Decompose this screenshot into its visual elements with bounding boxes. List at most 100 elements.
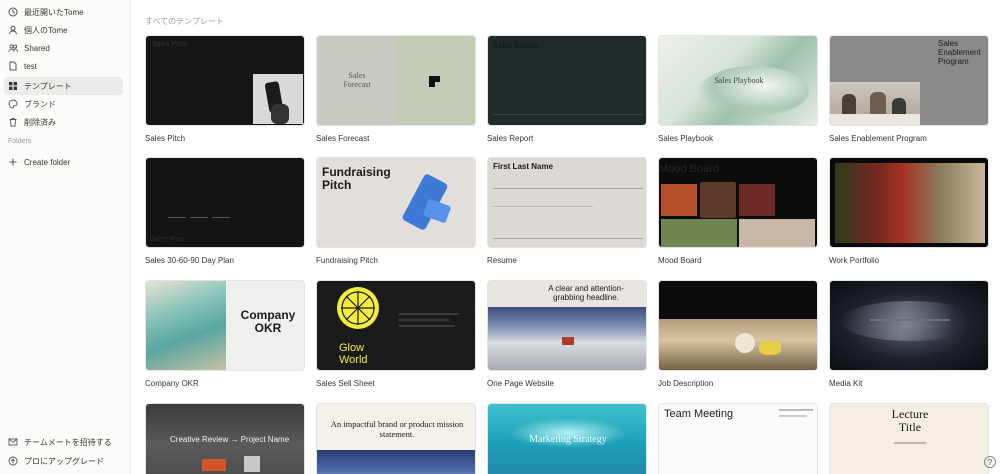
template-label: Job Description <box>658 379 714 388</box>
trash-icon <box>8 117 18 127</box>
template-label: Sales Pitch <box>145 134 186 143</box>
template-card-company-okr[interactable]: Company OKR Company OKR <box>145 280 305 388</box>
template-thumbnail: Mood Board <box>658 157 818 248</box>
template-thumbnail: Sales Pitch <box>145 35 305 126</box>
template-card-fundraising-pitch[interactable]: Fundraising Pitch Fundraising Pitch <box>316 157 476 265</box>
template-label: Sales Forecast <box>316 134 370 143</box>
template-thumbnail: Team Meeting <box>658 403 818 474</box>
sidebar-item-label: テンプレート <box>24 81 72 91</box>
thumb-image <box>488 307 646 370</box>
plus-icon <box>8 157 18 167</box>
template-card-sales-enablement[interactable]: Sales Enablement Program Sales Enablemen… <box>829 35 989 143</box>
sidebar-item-label: Shared <box>24 43 50 53</box>
template-label: Sales Sell Sheet <box>316 379 375 388</box>
thumb-title: Lecture Title <box>891 407 929 435</box>
main-content: すべてのテンプレート Sales Pitch Sales Pitch Sales… <box>131 0 1000 474</box>
thumb-title: Marketing Strategy <box>529 434 607 445</box>
template-card-one-page-website[interactable]: A clear and attention- grabbing headline… <box>487 280 647 388</box>
clock-icon <box>8 7 18 17</box>
thumb-image <box>659 319 817 370</box>
create-folder-button[interactable]: Create folder <box>4 153 123 171</box>
template-card-sales-forecast[interactable]: Sales Forecast Sales Forecast <box>316 35 476 143</box>
sidebar-item-trash[interactable]: 削除済み <box>4 113 123 131</box>
template-thumbnail: Fundraising Pitch <box>316 157 476 248</box>
sidebar-item-shared[interactable]: Shared <box>4 39 123 57</box>
template-card-media-kit[interactable]: Media Kit <box>829 280 989 388</box>
thumb-title: Team Meeting <box>664 408 734 420</box>
thumb-title: Sales Forecast <box>343 71 371 89</box>
logo-icon <box>429 76 440 87</box>
thumb-image <box>830 82 920 125</box>
sidebar-item-label: 削除済み <box>24 117 56 127</box>
thumb-title: Creative Review → Project Name <box>170 435 290 444</box>
people-icon <box>8 43 18 53</box>
sidebar-item-recent[interactable]: 最近開いたTome <box>4 3 123 21</box>
upgrade-label: プロにアップグレード <box>24 456 104 466</box>
sidebar-item-personal[interactable]: 個人のTome <box>4 21 123 39</box>
template-card-work-portfolio[interactable]: Work Portfolio <box>829 157 989 265</box>
template-label: Sales Enablement Program <box>829 134 927 143</box>
invite-label: チームメートを招待する <box>24 437 112 447</box>
sidebar: 最近開いたTome 個人のTome Shared test テンプレート ブラン… <box>0 0 131 474</box>
template-card-sales-30-60-90[interactable]: Sales Plan Sales 30-60-90 Day Plan <box>145 157 305 265</box>
upgrade-button[interactable]: プロにアップグレード <box>4 452 123 470</box>
template-label: Work Portfolio <box>829 256 880 265</box>
template-card-sales-playbook[interactable]: Sales Playbook Sales Playbook <box>658 35 818 143</box>
template-thumbnail: Company OKR <box>145 280 305 371</box>
help-button[interactable]: ? <box>984 456 996 468</box>
template-card-team-meeting[interactable]: Team Meeting <box>658 403 818 474</box>
file-icon <box>8 61 18 71</box>
template-thumbnail: Sales Plan <box>145 157 305 248</box>
template-thumbnail: Lecture Title <box>829 403 989 474</box>
template-thumbnail: Sales Enablement Program <box>829 35 989 126</box>
template-card-job-description[interactable]: Job Description <box>658 280 818 388</box>
template-thumbnail <box>658 280 818 371</box>
template-thumbnail: A clear and attention- grabbing headline… <box>487 280 647 371</box>
template-label: Mood Board <box>658 256 702 265</box>
template-card-resume[interactable]: First Last Name Resume <box>487 157 647 265</box>
sidebar-item-test[interactable]: test <box>4 57 123 75</box>
template-card-sales-sell-sheet[interactable]: Glow World Sales Sell Sheet <box>316 280 476 388</box>
sidebar-item-label: test <box>24 61 37 71</box>
thumb-image <box>253 74 303 124</box>
section-title: すべてのテンプレート <box>145 17 224 26</box>
template-label: Company OKR <box>145 379 199 388</box>
template-thumbnail: An impactful brand or product mission st… <box>316 403 476 474</box>
sidebar-item-label: 最近開いたTome <box>24 7 84 17</box>
template-card-brand-mission[interactable]: An impactful brand or product mission st… <box>316 403 476 474</box>
template-thumbnail: Sales Forecast <box>316 35 476 126</box>
template-card-marketing-strategy[interactable]: Marketing Strategy <box>487 403 647 474</box>
thumb-title: Company OKR <box>240 308 296 336</box>
thumb-title: Sales Pitch <box>152 41 188 48</box>
person-icon <box>8 25 18 35</box>
sidebar-item-templates[interactable]: テンプレート <box>4 77 123 95</box>
template-card-sales-report[interactable]: Sales Report Sales Report <box>487 35 647 143</box>
template-label: Sales Playbook <box>658 134 714 143</box>
thumb-title: Sales Enablement Program <box>938 39 981 66</box>
sidebar-item-brand[interactable]: ブランド <box>4 95 123 113</box>
template-card-sales-pitch[interactable]: Sales Pitch Sales Pitch <box>145 35 305 143</box>
template-card-creative-review[interactable]: Creative Review → Project Name <box>145 403 305 474</box>
template-thumbnail: Marketing Strategy <box>487 403 647 474</box>
template-thumbnail: Sales Report <box>487 35 647 126</box>
thumb-title: An impactful brand or product mission st… <box>330 419 464 439</box>
template-thumbnail: Creative Review → Project Name <box>145 403 305 474</box>
template-label: Sales 30-60-90 Day Plan <box>145 256 234 265</box>
thumb-title: Mood Board <box>659 163 719 175</box>
template-thumbnail <box>829 157 989 248</box>
template-card-lecture[interactable]: Lecture Title <box>829 403 989 474</box>
invite-button[interactable]: チームメートを招待する <box>4 433 123 451</box>
template-label: One Page Website <box>487 379 555 388</box>
template-thumbnail: Glow World <box>316 280 476 371</box>
template-thumbnail: Sales Playbook <box>658 35 818 126</box>
template-label: Sales Report <box>487 134 534 143</box>
thumb-title: Glow World <box>339 342 368 366</box>
template-thumbnail <box>829 280 989 371</box>
thumb-image <box>146 281 226 370</box>
template-card-mood-board[interactable]: Mood Board Mood Board <box>658 157 818 265</box>
thumb-image <box>835 163 985 243</box>
thumb-title: A clear and attention- grabbing headline… <box>548 284 624 302</box>
create-folder-label: Create folder <box>24 157 71 167</box>
template-thumbnail: First Last Name <box>487 157 647 248</box>
template-label: Resume <box>487 256 517 265</box>
